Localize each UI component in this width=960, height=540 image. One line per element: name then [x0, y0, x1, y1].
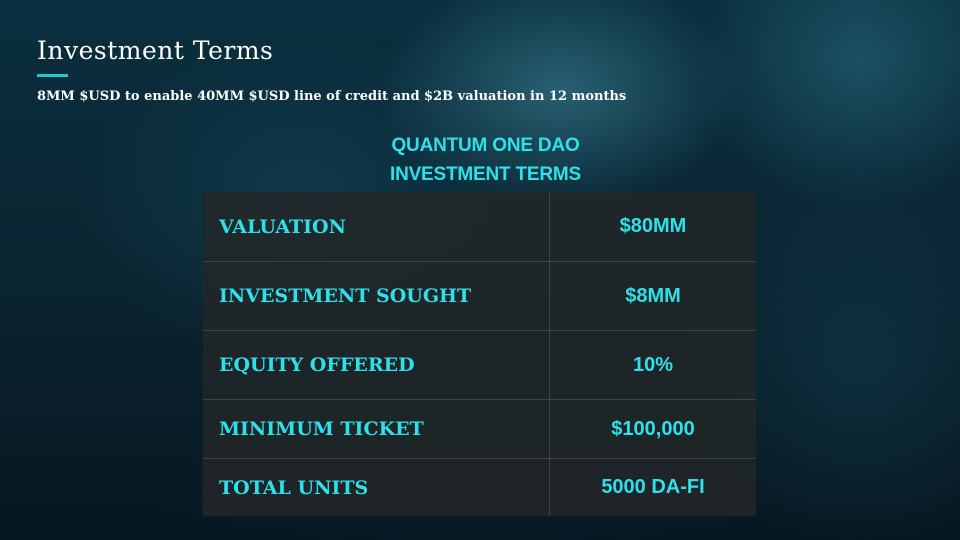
row-value: $80MM [549, 192, 756, 262]
row-label: EQUITY OFFERED [203, 330, 550, 400]
slide-title: Investment Terms [37, 36, 274, 65]
table-row-total-units: TOTAL UNITS 5000 DA-FI [203, 458, 756, 516]
slide-subtitle: 8MM $USD to enable 40MM $USD line of cre… [37, 89, 627, 104]
table-row-equity-offered: EQUITY OFFERED 10% [203, 330, 756, 400]
row-label: MINIMUM TICKET [203, 399, 550, 459]
table-heading-line-1: QUANTUM ONE DAO [391, 135, 580, 156]
table-row-minimum-ticket: MINIMUM TICKET $100,000 [203, 399, 756, 459]
title-accent-bar [37, 74, 68, 77]
row-label: TOTAL UNITS [203, 458, 550, 516]
table-row-investment-sought: INVESTMENT SOUGHT $8MM [203, 261, 756, 331]
row-value: 10% [549, 330, 756, 400]
row-label: INVESTMENT SOUGHT [203, 261, 550, 331]
row-value: 5000 DA-FI [601, 476, 705, 498]
row-value: $8MM [549, 261, 756, 331]
table-row-valuation: VALUATION $80MM [203, 192, 756, 262]
investment-terms-table: VALUATION $80MM INVESTMENT SOUGHT $8MM E… [203, 192, 756, 516]
row-label: VALUATION [203, 192, 550, 262]
table-heading-line-2: INVESTMENT TERMS [389, 164, 582, 185]
row-value: $100,000 [549, 399, 756, 459]
table-heading: QUANTUM ONE DAO INVESTMENT TERMS [203, 131, 768, 189]
